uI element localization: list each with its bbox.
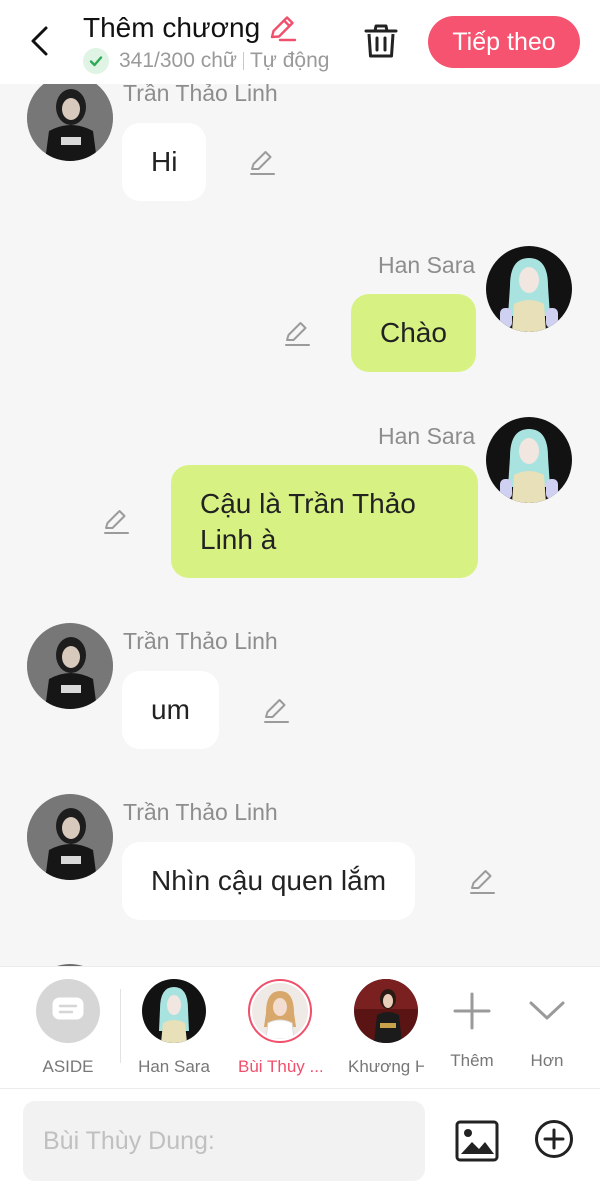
character-khuong[interactable]: Khương H	[344, 979, 428, 1077]
avatar[interactable]	[27, 84, 113, 161]
character-aside[interactable]: ASIDE	[26, 979, 110, 1077]
chapter-title-area: Thêm chương 341/300 chữ Tự động	[83, 12, 329, 74]
divider	[120, 989, 121, 1063]
avatar[interactable]	[27, 794, 113, 880]
character-label: Han Sara	[138, 1057, 210, 1076]
trash-icon	[364, 24, 398, 58]
character-label: ASIDE	[42, 1057, 94, 1076]
sender-name: Trần Thảo Linh	[123, 84, 278, 106]
pencil-icon	[270, 16, 297, 42]
word-count: 341/300 chữ	[119, 49, 237, 72]
autosave-status: Tự động	[249, 49, 330, 72]
character-label: Bùi Thùy ...	[238, 1057, 322, 1076]
pencil-icon	[285, 322, 310, 346]
composer-bar	[0, 1088, 600, 1194]
chat-area[interactable]: Trần Thảo Linh Hi Han Sara Chào Han Sara…	[0, 84, 600, 966]
message-bubble[interactable]: Nhìn cậu quen lắm	[122, 842, 416, 920]
avatar[interactable]	[27, 623, 113, 709]
avatar[interactable]	[486, 246, 572, 332]
sender-name: Trần Thảo Linh	[123, 799, 278, 825]
back-button[interactable]	[24, 24, 58, 58]
message-bubble[interactable]: Hi	[122, 123, 207, 201]
message-text-line: Cậu là Trần Thảo	[200, 487, 416, 519]
character-han-sara[interactable]: Han Sara	[132, 979, 216, 1077]
add-character-button[interactable]: Thêm	[430, 979, 514, 1071]
pencil-icon	[264, 699, 289, 723]
avatar	[142, 979, 206, 1043]
chevron-down-icon	[529, 1001, 565, 1020]
check-icon	[83, 48, 109, 74]
avatar[interactable]	[486, 417, 572, 503]
divider	[242, 52, 244, 70]
message-bubble[interactable]: um	[122, 671, 219, 749]
pencil-icon	[470, 870, 495, 894]
plus-icon	[453, 992, 491, 1030]
image-icon	[455, 1120, 499, 1162]
sender-name: Trần Thảo Linh	[123, 628, 278, 654]
edit-message-button[interactable]	[247, 147, 277, 177]
plus-circle-icon	[535, 1120, 573, 1158]
message-text: Chào	[380, 317, 447, 348]
insert-image-button[interactable]	[455, 1119, 499, 1163]
sender-name: Han Sara	[378, 423, 476, 449]
message-square-icon	[52, 997, 84, 1020]
sender-name: Han Sara	[378, 252, 476, 278]
avatar	[354, 979, 418, 1043]
character-selector: ASIDE Han Sara Bùi Thùy ... Khương H Thê…	[0, 966, 600, 1088]
next-button[interactable]: Tiếp theo	[428, 16, 580, 68]
message-text: Nhìn cậu quen lắm	[151, 865, 387, 896]
message-text-line: Linh à	[200, 523, 277, 555]
add-button[interactable]	[534, 1119, 574, 1159]
pencil-icon	[104, 510, 129, 534]
message-bubble[interactable]: Chào	[351, 294, 476, 372]
edit-message-button[interactable]	[101, 506, 131, 536]
avatar	[248, 979, 312, 1043]
edit-message-button[interactable]	[261, 695, 291, 725]
edit-message-button[interactable]	[467, 866, 497, 896]
character-label: Khương H	[348, 1057, 424, 1076]
more-characters-button[interactable]: Hơn	[505, 979, 589, 1071]
message-text: um	[151, 694, 190, 725]
message-text: Hi	[151, 146, 178, 177]
edit-message-button[interactable]	[282, 318, 312, 348]
more-label: Hơn	[530, 1051, 564, 1070]
delete-button[interactable]	[362, 22, 400, 60]
top-app-bar: Thêm chương 341/300 chữ Tự động Tiếp the…	[0, 0, 600, 84]
edit-title-button[interactable]	[266, 12, 298, 44]
message-input[interactable]	[23, 1101, 425, 1181]
page-title: Thêm chương	[83, 12, 261, 43]
character-bui-thuy-dung[interactable]: Bùi Thùy ...	[238, 979, 322, 1077]
message-bubble[interactable]: Cậu là Trần Thảo Linh à	[171, 465, 478, 578]
pencil-icon	[250, 151, 275, 175]
add-character-label: Thêm	[450, 1051, 494, 1070]
chevron-left-icon	[31, 26, 48, 56]
